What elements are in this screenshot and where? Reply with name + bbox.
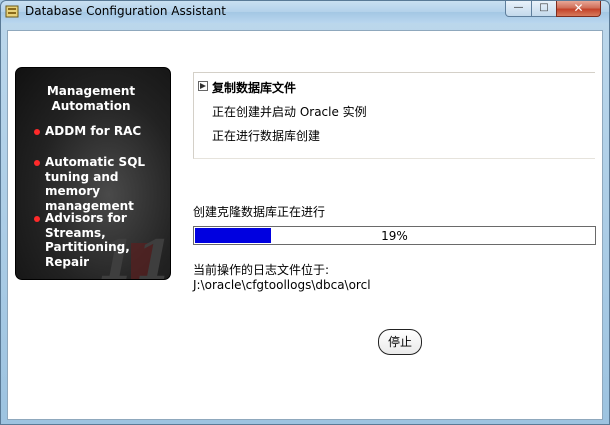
stop-button[interactable]: 停止 bbox=[378, 329, 422, 355]
close-button[interactable]: ✕ bbox=[556, 1, 601, 17]
title-bar[interactable]: Database Configuration Assistant — □ ✕ bbox=[1, 1, 609, 23]
bullet-icon bbox=[34, 129, 40, 135]
step-current: 复制数据库文件 bbox=[212, 81, 297, 95]
promo-item: Advisors for Streams, Partitioning, Repa… bbox=[34, 211, 170, 269]
bullet-icon bbox=[34, 216, 40, 222]
promo-item: ADDM for RAC bbox=[34, 124, 170, 139]
progress-bar: 19% bbox=[193, 226, 596, 245]
step-pending: 正在创建并启动 Oracle 实例 bbox=[212, 105, 367, 119]
log-label: 当前操作的日志文件位于: bbox=[193, 263, 330, 277]
step-pending: 正在进行数据库创建 bbox=[212, 129, 321, 143]
log-path: J:\oracle\cfgtoollogs\dbca\orcl bbox=[193, 278, 371, 292]
bullet-icon bbox=[34, 160, 40, 166]
promo-item-label: Automatic SQL tuning and memory manageme… bbox=[45, 155, 146, 213]
window-title: Database Configuration Assistant bbox=[25, 4, 226, 18]
promo-item: Automatic SQL tuning and memory manageme… bbox=[34, 155, 170, 213]
promo-item-label: Advisors for Streams, Partitioning, Repa… bbox=[45, 211, 130, 269]
promo-heading: Management Automation bbox=[46, 84, 136, 113]
promo-item-label: ADDM for RAC bbox=[45, 124, 142, 138]
progress-percent: 19% bbox=[381, 229, 408, 243]
maximize-button[interactable]: □ bbox=[531, 1, 557, 17]
progress-label: 创建克隆数据库正在进行 bbox=[193, 205, 326, 219]
current-step-arrow-icon bbox=[198, 81, 208, 91]
minimize-button[interactable]: — bbox=[505, 1, 532, 17]
app-icon bbox=[5, 5, 19, 18]
